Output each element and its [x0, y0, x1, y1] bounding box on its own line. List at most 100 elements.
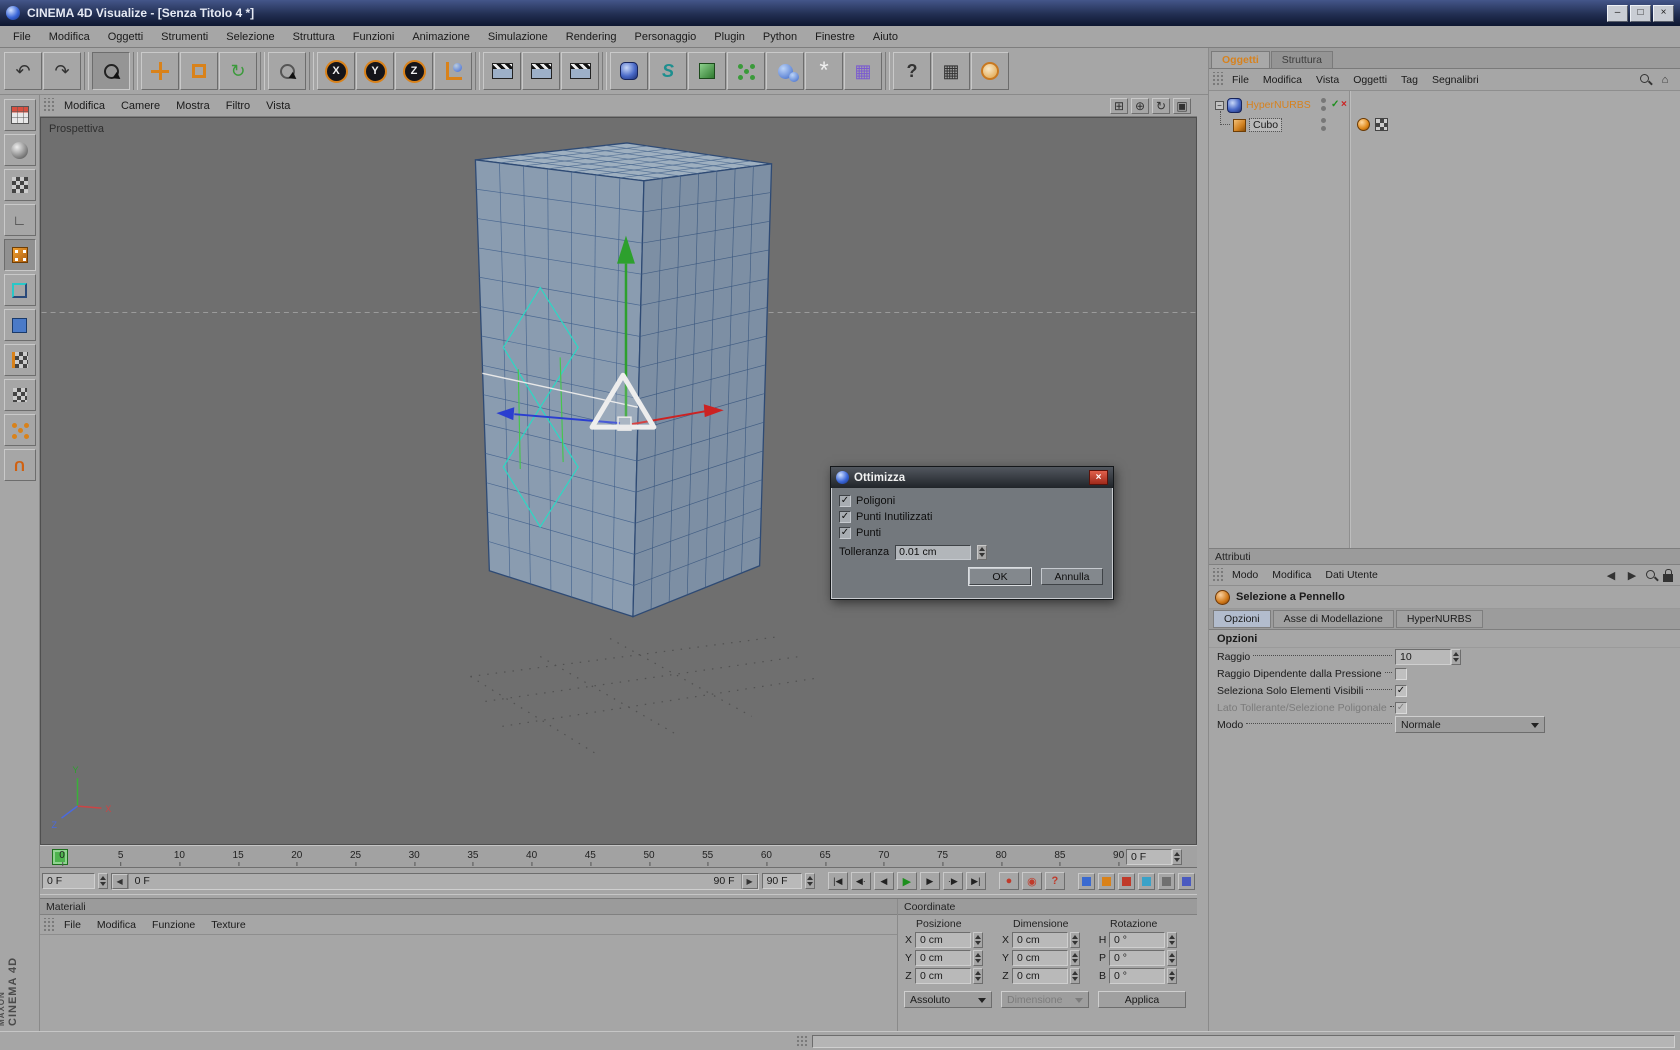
- dimension-y-spinner[interactable]: [1070, 950, 1080, 966]
- dialog-titlebar[interactable]: Ottimizza ×: [831, 467, 1113, 488]
- live-selection-button[interactable]: [92, 52, 130, 90]
- record-options-button[interactable]: ?: [1045, 872, 1065, 890]
- rotation-h-field[interactable]: 0 °: [1109, 932, 1165, 948]
- goto-start-button[interactable]: |◀: [828, 872, 848, 890]
- layout-button[interactable]: ▦: [932, 52, 970, 90]
- visibility-dots-icon[interactable]: [1321, 98, 1327, 112]
- menu-item-strumenti[interactable]: Strumenti: [152, 28, 217, 46]
- paint-mode-button[interactable]: [4, 414, 36, 446]
- punti-inutilizzati-checkbox[interactable]: ✓: [839, 511, 851, 523]
- add-spline-button[interactable]: S: [649, 52, 687, 90]
- disabled-cross-icon[interactable]: ×: [1341, 99, 1347, 110]
- dimension-x-spinner[interactable]: [1070, 932, 1080, 948]
- selection-tag-icon[interactable]: [1375, 118, 1388, 131]
- apply-button[interactable]: Applica: [1098, 991, 1186, 1008]
- goto-end-button[interactable]: ▶|: [966, 872, 986, 890]
- tab-oggetti[interactable]: Oggetti: [1211, 51, 1270, 68]
- dimension-y-field[interactable]: 0 cm: [1012, 950, 1068, 966]
- raggio-input[interactable]: 10: [1395, 649, 1451, 665]
- add-hypernurbs-button[interactable]: [610, 52, 648, 90]
- current-frame-field[interactable]: 0 F: [1126, 849, 1172, 865]
- keying-rotation-toggle[interactable]: [1118, 873, 1135, 890]
- prev-frame-button[interactable]: ◀: [874, 872, 894, 890]
- next-frame-button[interactable]: ▶: [920, 872, 940, 890]
- uv-polygons-mode-button[interactable]: [4, 379, 36, 411]
- menu-item-modo[interactable]: Modo: [1225, 567, 1265, 583]
- history-back-icon[interactable]: ◀: [1603, 568, 1619, 583]
- rotation-b-spinner[interactable]: [1167, 968, 1177, 984]
- move-tool-button[interactable]: [141, 52, 179, 90]
- menu-item-vista[interactable]: Vista: [1309, 72, 1346, 88]
- add-primitive-button[interactable]: [688, 52, 726, 90]
- workplane-mode-button[interactable]: ∟: [4, 204, 36, 236]
- end-frame-spinbox[interactable]: 90 F: [762, 873, 802, 889]
- menu-item-rendering[interactable]: Rendering: [557, 28, 626, 46]
- attributes-grip[interactable]: [1211, 568, 1223, 582]
- materials-list-area[interactable]: [40, 935, 897, 1029]
- gizmo-origin-cube[interactable]: [618, 417, 631, 430]
- menu-item-filtro[interactable]: Filtro: [218, 98, 258, 114]
- record-button[interactable]: ●: [999, 872, 1019, 890]
- viewport-menu-grip[interactable]: [42, 98, 54, 113]
- texture-mode-button[interactable]: [4, 169, 36, 201]
- cube-right-face[interactable]: [633, 164, 772, 617]
- model-mode-button[interactable]: [4, 134, 36, 166]
- home-icon[interactable]: ⌂: [1657, 72, 1673, 87]
- end-frame-spinner[interactable]: [805, 873, 815, 889]
- tree-column-divider[interactable]: [1349, 91, 1351, 548]
- poligoni-checkbox[interactable]: ✓: [839, 495, 851, 507]
- menu-item-file[interactable]: File: [56, 917, 89, 933]
- menu-item-oggetti[interactable]: Oggetti: [99, 28, 152, 46]
- keying-parameter-toggle[interactable]: [1138, 873, 1155, 890]
- phong-tag-icon[interactable]: [1357, 118, 1370, 131]
- menu-item-animazione[interactable]: Animazione: [403, 28, 478, 46]
- object-row-hypernurbs[interactable]: − HyperNURBS ✓ ×: [1209, 95, 1680, 115]
- titlebar[interactable]: CINEMA 4D Visualize - [Senza Titolo 4 *]…: [0, 0, 1680, 26]
- menu-item-dati-utente[interactable]: Dati Utente: [1318, 567, 1385, 583]
- keying-pla-toggle[interactable]: [1158, 873, 1175, 890]
- timeline-options-toggle[interactable]: [1178, 873, 1195, 890]
- render-view-button[interactable]: [483, 52, 521, 90]
- cube-object-icon[interactable]: [1233, 119, 1246, 132]
- current-frame-spinner[interactable]: [1172, 849, 1182, 865]
- rotate-tool-button[interactable]: ↻: [219, 52, 257, 90]
- add-metaball-button[interactable]: [766, 52, 804, 90]
- next-key-button[interactable]: ·▶: [943, 872, 963, 890]
- modo-dropdown[interactable]: Normale: [1395, 716, 1545, 733]
- object-label[interactable]: HyperNURBS: [1246, 99, 1311, 111]
- visible-only-checkbox[interactable]: ✓: [1395, 685, 1407, 697]
- menu-item-camere[interactable]: Camere: [113, 98, 168, 114]
- rotation-p-field[interactable]: 0 °: [1109, 950, 1165, 966]
- statusbar-grip[interactable]: [796, 1035, 808, 1048]
- rotation-h-spinner[interactable]: [1167, 932, 1177, 948]
- tolleranza-input[interactable]: 0.01 cm: [895, 545, 971, 560]
- menu-item-segnalibri[interactable]: Segnalibri: [1425, 72, 1486, 88]
- tab-opzioni[interactable]: Opzioni: [1213, 610, 1271, 628]
- frame-range-slider[interactable]: ◀ 0 F 90 F ▶: [111, 873, 759, 890]
- lock-y-button[interactable]: Y: [356, 52, 394, 90]
- minimize-button[interactable]: –: [1607, 5, 1628, 22]
- visibility-dots-icon[interactable]: [1321, 118, 1327, 132]
- context-help-button[interactable]: ?: [893, 52, 931, 90]
- keying-scale-toggle[interactable]: [1098, 873, 1115, 890]
- position-z-field[interactable]: 0 cm: [915, 968, 971, 984]
- range-bar[interactable]: 0 F 90 F: [128, 874, 742, 889]
- position-y-spinner[interactable]: [973, 950, 983, 966]
- rotation-b-field[interactable]: 0 °: [1109, 968, 1165, 984]
- edges-mode-button[interactable]: [4, 274, 36, 306]
- object-label[interactable]: Cubo: [1250, 119, 1281, 131]
- object-row-cubo[interactable]: Cubo: [1209, 115, 1680, 135]
- menu-item-file[interactable]: File: [4, 28, 40, 46]
- menu-item-python[interactable]: Python: [754, 28, 806, 46]
- lock-z-button[interactable]: Z: [395, 52, 433, 90]
- menu-item-modifica[interactable]: Modifica: [1265, 567, 1318, 583]
- object-manager-grip[interactable]: [1211, 72, 1223, 87]
- close-button[interactable]: ×: [1653, 5, 1674, 22]
- materials-menu-grip[interactable]: [42, 918, 54, 931]
- timeline-ruler[interactable]: 051015202530354045505560657075808590 0 F: [40, 845, 1197, 868]
- autokey-button[interactable]: ◉: [1022, 872, 1042, 890]
- menu-item-texture[interactable]: Texture: [203, 917, 253, 933]
- position-z-spinner[interactable]: [973, 968, 983, 984]
- menu-item-funzione[interactable]: Funzione: [144, 917, 203, 933]
- menu-item-modifica[interactable]: Modifica: [56, 98, 113, 114]
